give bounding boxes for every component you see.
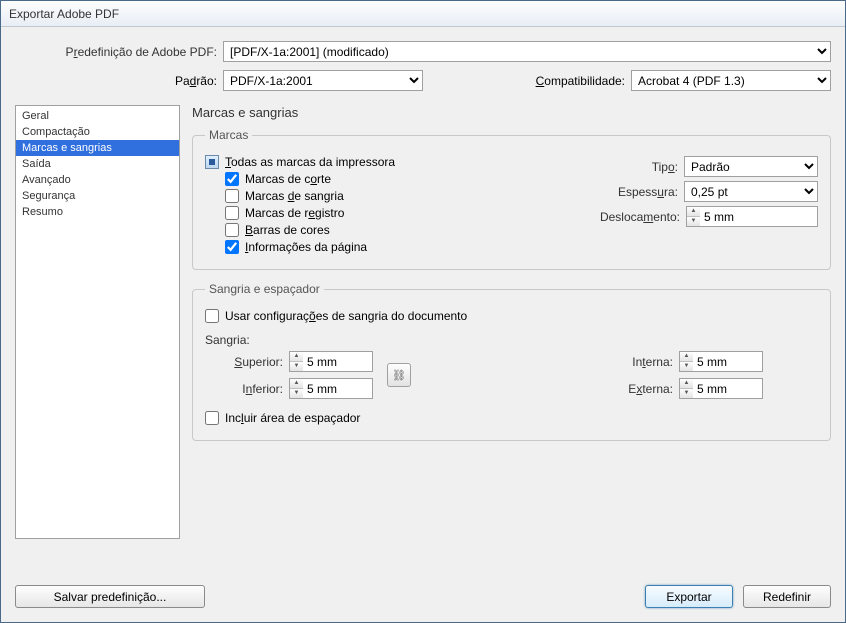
link-bleed-button[interactable]: ⛓ <box>387 363 411 387</box>
color-bars-label: Barras de cores <box>245 223 330 237</box>
bleed-outside-spinbox[interactable]: ▲▼ <box>679 378 763 399</box>
bleed-group: Sangria e espaçador Usar configurações d… <box>192 282 831 441</box>
sidebar-item-summary[interactable]: Resumo <box>16 204 179 220</box>
all-printer-marks-checkbox[interactable] <box>205 155 219 169</box>
include-slug-checkbox[interactable] <box>205 411 219 425</box>
marks-offset-label: Deslocamento: <box>538 210 686 224</box>
reset-button[interactable]: Redefinir <box>743 585 831 608</box>
bleed-top-row: Superior: ▲▼ <box>205 351 373 372</box>
category-sidebar: Geral Compactação Marcas e sangrias Saíd… <box>15 105 180 539</box>
use-doc-bleed-label: Usar configurações de sangria do documen… <box>225 309 467 323</box>
preset-select[interactable]: [PDF/X-1a:2001] (modificado) <box>223 41 831 62</box>
client-area: Predefinição de Adobe PDF: [PDF/X-1a:200… <box>1 27 845 622</box>
crop-marks-row: Marcas de corte <box>225 172 538 186</box>
link-icon: ⛓ <box>392 369 406 382</box>
section-title: Marcas e sangrias <box>192 105 831 120</box>
bleed-marks-label: Marcas de sangria <box>245 189 344 203</box>
compat-label: Compatibilidade: <box>536 74 631 88</box>
sidebar-item-security[interactable]: Segurança <box>16 188 179 204</box>
standard-label: Padrão: <box>15 74 223 88</box>
bleed-outside-label: Externa: <box>595 382 679 396</box>
titlebar: Exportar Adobe PDF <box>1 1 845 27</box>
crop-marks-checkbox[interactable] <box>225 172 239 186</box>
bleed-outside-input[interactable] <box>693 378 763 399</box>
marks-checkboxes: Todas as marcas da impressora Marcas de … <box>205 152 538 257</box>
sidebar-item-output[interactable]: Saída <box>16 156 179 172</box>
spin-buttons-icon[interactable]: ▲▼ <box>679 378 693 399</box>
marks-type-select[interactable]: Padrão <box>684 156 818 177</box>
bleed-inside-label: Interna: <box>595 355 679 369</box>
bleed-top-input[interactable] <box>303 351 373 372</box>
bleed-bottom-label: Inferior: <box>205 382 289 396</box>
bleed-top-label: Superior: <box>205 355 289 369</box>
bleed-top-spinbox[interactable]: ▲▼ <box>289 351 373 372</box>
bleed-inside-input[interactable] <box>693 351 763 372</box>
page-info-checkbox[interactable] <box>225 240 239 254</box>
use-doc-bleed-row: Usar configurações de sangria do documen… <box>205 309 818 323</box>
spin-buttons-icon[interactable]: ▲▼ <box>289 378 303 399</box>
marks-legend: Marcas <box>205 128 252 142</box>
bleed-outside-row: Externa: ▲▼ <box>595 378 763 399</box>
marks-offset-row: Deslocamento: ▲▼ <box>538 206 818 227</box>
bleed-bottom-input[interactable] <box>303 378 373 399</box>
marks-settings: Tipo: Padrão Espessura: 0,25 pt Deslocam… <box>538 152 818 257</box>
window-title: Exportar Adobe PDF <box>9 7 119 21</box>
bleed-legend: Sangria e espaçador <box>205 282 324 296</box>
spin-buttons-icon[interactable]: ▲▼ <box>679 351 693 372</box>
marks-type-label: Tipo: <box>538 160 684 174</box>
sidebar-item-compression[interactable]: Compactação <box>16 124 179 140</box>
standard-compat-row: Padrão: PDF/X-1a:2001 Compatibilidade: A… <box>15 70 831 91</box>
page-info-row: Informações da página <box>225 240 538 254</box>
bleed-marks-row: Marcas de sangria <box>225 189 538 203</box>
marks-weight-row: Espessura: 0,25 pt <box>538 181 818 202</box>
main-pane: Marcas e sangrias Marcas Todas as marcas… <box>192 105 831 585</box>
spin-buttons-icon[interactable]: ▲▼ <box>686 206 700 227</box>
preset-label: Predefinição de Adobe PDF: <box>15 45 223 59</box>
spin-buttons-icon[interactable]: ▲▼ <box>289 351 303 372</box>
bleed-grid: Superior: ▲▼ Inferior: ▲▼ ⛓ <box>205 351 818 399</box>
bleed-marks-checkbox[interactable] <box>225 189 239 203</box>
compat-select[interactable]: Acrobat 4 (PDF 1.3) <box>631 70 831 91</box>
bleed-inside-row: Interna: ▲▼ <box>595 351 763 372</box>
color-bars-row: Barras de cores <box>225 223 538 237</box>
all-printer-marks-row: Todas as marcas da impressora <box>205 155 538 169</box>
include-slug-label: Incluir área de espaçador <box>225 411 360 425</box>
marks-weight-label: Espessura: <box>538 185 684 199</box>
marks-type-row: Tipo: Padrão <box>538 156 818 177</box>
sidebar-item-general[interactable]: Geral <box>16 108 179 124</box>
bleed-inside-spinbox[interactable]: ▲▼ <box>679 351 763 372</box>
crop-marks-label: Marcas de corte <box>245 172 331 186</box>
export-pdf-dialog: Exportar Adobe PDF Predefinição de Adobe… <box>0 0 846 623</box>
marks-weight-select[interactable]: 0,25 pt <box>684 181 818 202</box>
registration-marks-checkbox[interactable] <box>225 206 239 220</box>
mid-area: Geral Compactação Marcas e sangrias Saíd… <box>15 105 831 585</box>
include-slug-row: Incluir área de espaçador <box>205 411 818 425</box>
color-bars-checkbox[interactable] <box>225 223 239 237</box>
sidebar-item-advanced[interactable]: Avançado <box>16 172 179 188</box>
registration-marks-label: Marcas de registro <box>245 206 344 220</box>
sidebar-item-marks-bleeds[interactable]: Marcas e sangrias <box>16 140 179 156</box>
bleed-bottom-spinbox[interactable]: ▲▼ <box>289 378 373 399</box>
marks-offset-spinbox[interactable]: ▲▼ <box>686 206 818 227</box>
bottom-bar: Salvar predefinição... Exportar Redefini… <box>15 585 831 608</box>
save-preset-button[interactable]: Salvar predefinição... <box>15 585 205 608</box>
registration-marks-row: Marcas de registro <box>225 206 538 220</box>
marks-offset-input[interactable] <box>700 206 818 227</box>
export-button[interactable]: Exportar <box>645 585 733 608</box>
preset-row: Predefinição de Adobe PDF: [PDF/X-1a:200… <box>15 41 831 62</box>
marks-group: Marcas Todas as marcas da impressora Mar… <box>192 128 831 270</box>
all-printer-marks-label: Todas as marcas da impressora <box>225 155 395 169</box>
use-doc-bleed-checkbox[interactable] <box>205 309 219 323</box>
standard-select[interactable]: PDF/X-1a:2001 <box>223 70 423 91</box>
bleed-subheading: Sangria: <box>205 333 818 347</box>
bleed-bottom-row: Inferior: ▲▼ <box>205 378 373 399</box>
page-info-label: Informações da página <box>245 240 367 254</box>
